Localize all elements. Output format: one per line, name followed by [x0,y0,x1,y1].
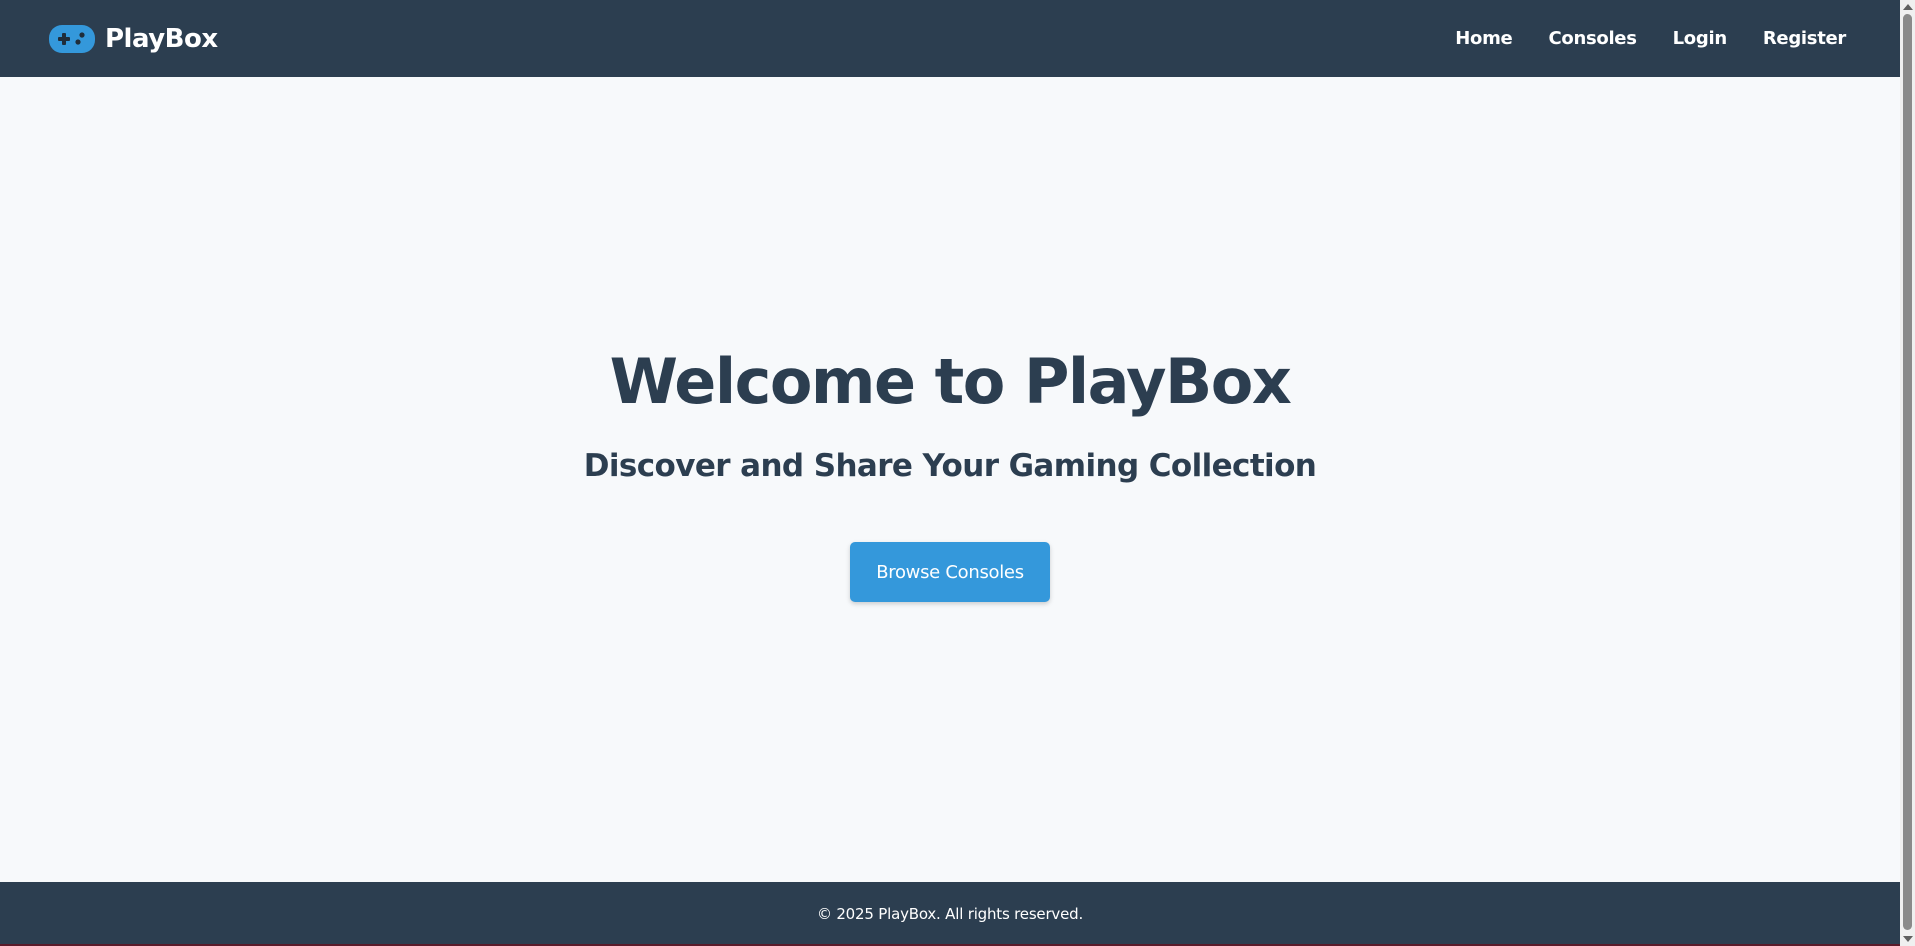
brand-link[interactable]: PlayBox [49,24,218,54]
footer-copyright: © 2025 PlayBox. All rights reserved. [816,905,1084,923]
nav-links: Home Consoles Login Register [1455,28,1846,49]
page: PlayBox Home Consoles Login Register Wel… [0,0,1915,946]
gamepad-icon [49,24,95,53]
nav-link-home[interactable]: Home [1455,28,1513,49]
hero-title: Welcome to PlayBox [609,345,1292,418]
navbar: PlayBox Home Consoles Login Register [0,0,1900,77]
vertical-scrollbar[interactable] [1900,0,1915,946]
hero-section: Welcome to PlayBox Discover and Share Yo… [0,77,1900,882]
browse-consoles-button[interactable]: Browse Consoles [850,542,1050,602]
scroll-down-icon[interactable] [1903,936,1913,942]
nav-link-register[interactable]: Register [1763,28,1846,49]
scroll-up-icon[interactable] [1903,4,1913,10]
brand-name: PlayBox [105,23,218,54]
nav-link-consoles[interactable]: Consoles [1548,28,1636,49]
nav-link-login[interactable]: Login [1673,28,1728,49]
scrollbar-thumb[interactable] [1903,14,1912,930]
hero-subtitle: Discover and Share Your Gaming Collectio… [583,448,1317,484]
footer: © 2025 PlayBox. All rights reserved. [0,882,1900,946]
content-area: PlayBox Home Consoles Login Register Wel… [0,0,1900,946]
